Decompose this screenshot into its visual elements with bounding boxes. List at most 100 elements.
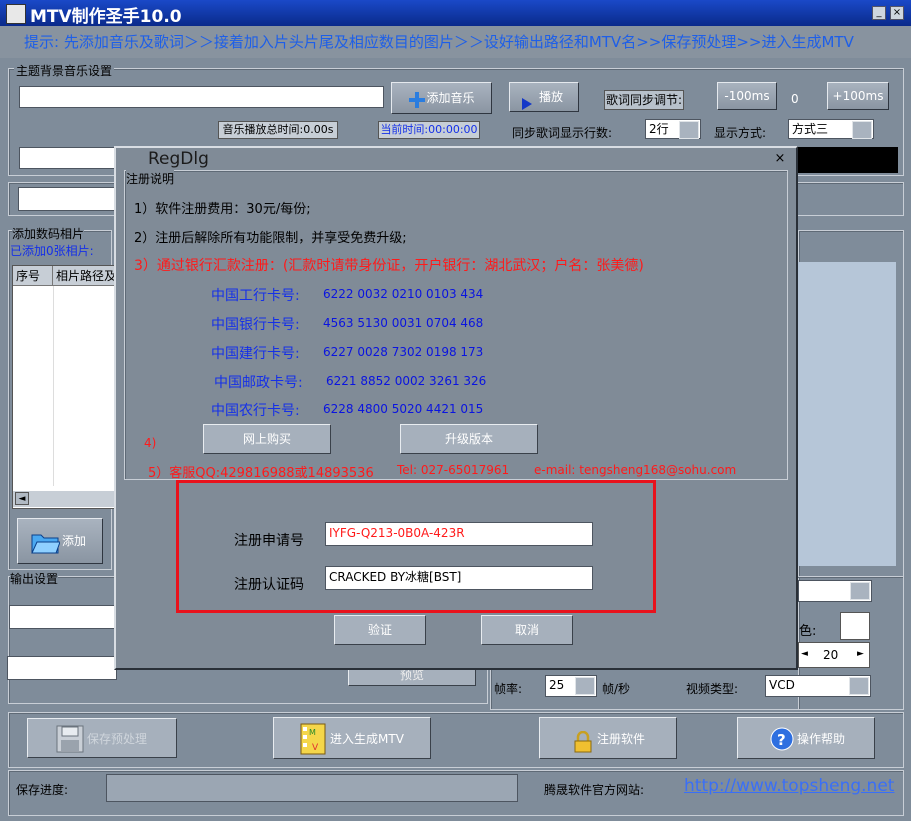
lyric-preview-panel xyxy=(790,147,898,173)
dialog-title: RegDlg xyxy=(148,149,209,169)
svg-text:?: ? xyxy=(777,731,786,749)
spin-down-icon[interactable]: ◄ xyxy=(801,649,808,659)
enter-generate-button[interactable]: MV 进入生成MTV xyxy=(273,717,431,759)
color-label: 色: xyxy=(799,624,817,639)
sync-lines-label: 同步歌词显示行数: xyxy=(512,126,613,140)
video-type-label: 视频类型: xyxy=(686,682,739,696)
current-time: 当前时间:00:00:00 xyxy=(378,121,480,139)
verify-button[interactable]: 验证 xyxy=(334,615,426,645)
spin-value: 20 xyxy=(823,648,839,662)
dropdown-arrow-icon xyxy=(575,677,595,695)
sync-lines-select[interactable]: 2行 xyxy=(645,119,701,139)
dialog-title-bar: RegDlg × xyxy=(116,148,796,170)
fps-select[interactable]: 25 xyxy=(545,675,597,697)
mtv-name-input[interactable] xyxy=(7,656,117,680)
save-preprocess-button[interactable]: 保存预处理 xyxy=(27,718,177,758)
music-path-input[interactable] xyxy=(19,86,384,108)
total-time: 音乐播放总时间:0.00s xyxy=(218,121,338,139)
item-4-label: 4) xyxy=(144,436,157,450)
play-label: 播放 xyxy=(538,90,563,104)
app-icon xyxy=(6,4,26,24)
preview-area xyxy=(798,262,896,566)
minimize-button[interactable]: _ xyxy=(872,6,886,20)
add-music-button[interactable]: 添加音乐 xyxy=(391,82,492,114)
svg-text:M: M xyxy=(309,728,316,737)
add-photo-button[interactable]: 添加 xyxy=(17,518,103,564)
video-type-select[interactable]: VCD xyxy=(765,675,871,697)
col-path-header[interactable]: 相片路径及 xyxy=(53,266,115,286)
cover-input[interactable] xyxy=(18,187,118,211)
photo-list[interactable]: 序号 相片路径及 ◄ xyxy=(12,265,116,509)
svg-text:V: V xyxy=(312,743,319,753)
bank-name-4: 中国农行卡号: xyxy=(211,403,300,419)
bank-number-0: 6222 0032 0210 0103 434 xyxy=(323,287,484,301)
display-mode-select[interactable]: 方式三 xyxy=(788,119,874,139)
dropdown-arrow-icon xyxy=(852,121,872,139)
info-line-1: 1）软件注册费用：30元/每份; xyxy=(134,202,311,217)
horizontal-scrollbar[interactable]: ◄ xyxy=(13,491,115,507)
size-spinner[interactable]: ◄ 20 ► xyxy=(798,642,870,668)
fps-label: 帧率: xyxy=(494,682,523,696)
sync-offset-value: 0 xyxy=(791,92,799,106)
minus-100ms-button[interactable]: -100ms xyxy=(717,82,777,110)
output-path-input[interactable] xyxy=(9,605,119,629)
progress-label: 保存进度: xyxy=(16,783,69,797)
contact-qq: 5）客服QQ:429816988或14893536 xyxy=(148,466,374,481)
column-divider xyxy=(53,286,54,486)
close-button[interactable]: × xyxy=(890,6,904,20)
help-button[interactable]: ? 操作帮助 xyxy=(737,717,875,759)
col-index-header[interactable]: 序号 xyxy=(13,266,53,286)
register-info-label: 注册说明 xyxy=(126,170,175,187)
fps-unit: 帧/秒 xyxy=(602,682,631,696)
question-icon: ? xyxy=(770,726,794,768)
contact-email: e-mail: tengsheng168@sohu.com xyxy=(534,463,737,477)
bank-name-0: 中国工行卡号: xyxy=(211,288,300,304)
scroll-left-icon[interactable]: ◄ xyxy=(15,492,29,505)
site-label: 腾晟软件官方网站: xyxy=(544,783,645,797)
add-photo-label: 添加 xyxy=(61,534,86,548)
output-section-label: 输出设置 xyxy=(10,570,59,587)
buy-online-button[interactable]: 网上购买 xyxy=(203,424,331,454)
cancel-button[interactable]: 取消 xyxy=(481,615,573,645)
display-mode-value: 方式三 xyxy=(792,122,829,136)
display-mode-label: 显示方式: xyxy=(714,126,767,140)
info-line-2: 2）注册后解除所有功能限制，并享受免费升级; xyxy=(134,231,407,246)
effect-select[interactable] xyxy=(798,580,872,602)
sync-lines-value: 2行 xyxy=(649,122,669,136)
site-link[interactable]: http://www.topsheng.net xyxy=(684,776,894,796)
bank-name-3: 中国邮政卡号: xyxy=(214,375,303,391)
hint-text: 提示: 先添加音乐及歌词＞＞接着加入片头片尾及相应数目的图片＞＞设好输出路径和M… xyxy=(0,26,911,58)
spin-up-icon[interactable]: ► xyxy=(857,649,864,659)
window-title: MTV制作圣手10.0 xyxy=(30,7,182,27)
bank-number-4: 6228 4800 5020 4421 015 xyxy=(323,402,484,416)
upgrade-button[interactable]: 升级版本 xyxy=(400,424,538,454)
enter-generate-label: 进入生成MTV xyxy=(330,732,404,746)
plus-icon xyxy=(408,90,426,108)
bank-name-2: 中国建行卡号: xyxy=(211,346,300,362)
highlight-box xyxy=(176,480,656,613)
music-section-label: 主题背景音乐设置 xyxy=(14,62,115,79)
play-button[interactable]: 播放 xyxy=(509,82,579,112)
dropdown-arrow-icon xyxy=(850,582,870,600)
bank-number-1: 4563 5130 0031 0704 468 xyxy=(323,316,484,330)
dropdown-arrow-icon xyxy=(679,121,699,139)
video-type-value: VCD xyxy=(769,678,795,692)
mtv-film-icon: MV xyxy=(300,723,326,772)
bank-number-2: 6227 0028 7302 0198 173 xyxy=(323,345,484,359)
plus-100ms-button[interactable]: +100ms xyxy=(827,82,889,110)
color-swatch[interactable] xyxy=(840,612,870,640)
title-bar: MTV制作圣手10.0 _ × xyxy=(0,0,911,27)
contact-tel: Tel: 027-65017961 xyxy=(397,463,510,477)
dialog-close-icon[interactable]: × xyxy=(771,152,789,165)
add-music-label: 添加音乐 xyxy=(426,91,475,105)
help-label: 操作帮助 xyxy=(796,732,845,746)
play-icon xyxy=(522,92,532,120)
save-preprocess-label: 保存预处理 xyxy=(86,732,147,746)
register-button[interactable]: 注册软件 xyxy=(539,717,677,759)
lock-icon xyxy=(574,728,592,770)
folder-icon xyxy=(30,529,61,573)
lyric-path-input[interactable] xyxy=(19,147,129,169)
lyric-sync-label: 歌词同步调节: xyxy=(604,90,684,110)
photos-section-label: 添加数码相片 xyxy=(12,225,85,242)
photos-added-count: 已添加0张相片: xyxy=(10,244,94,258)
